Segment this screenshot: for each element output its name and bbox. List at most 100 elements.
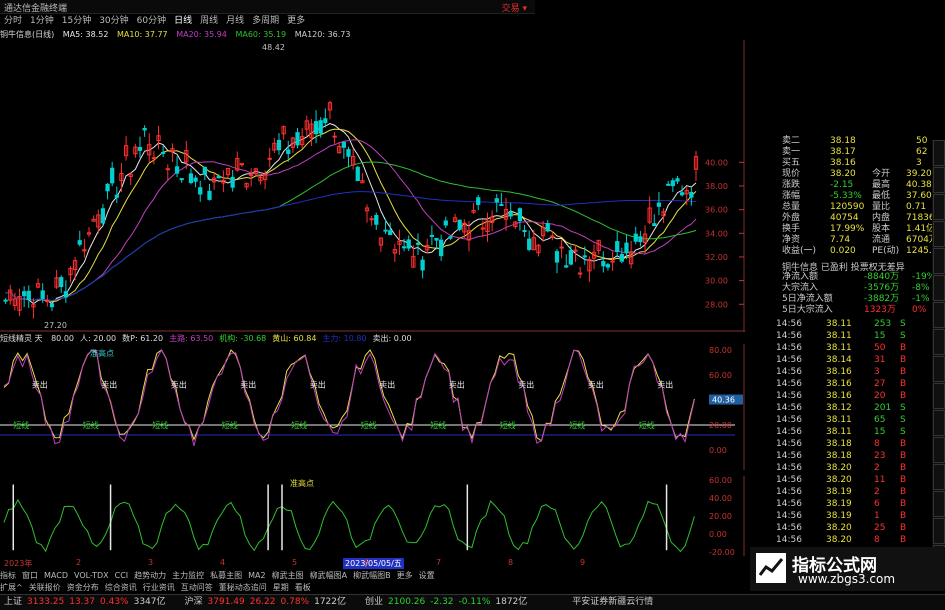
trade-price: 38.19 <box>826 499 852 509</box>
index-amount: 1872亿 <box>495 597 528 607</box>
indicator-tab-8[interactable]: MA2 <box>248 571 265 580</box>
indicator-tab-5[interactable]: 趋势动力 <box>134 571 166 580</box>
ma5-label: MA5: 38.52 <box>62 30 109 39</box>
trade-side: B <box>900 343 907 353</box>
side-tab[interactable] <box>933 410 945 436</box>
side-tab[interactable] <box>933 464 945 490</box>
indicator-tab-1[interactable]: 窗口 <box>22 571 38 580</box>
side-tab-strip[interactable] <box>932 140 945 580</box>
indicator2-axis-tick: 60.00 <box>709 476 732 485</box>
side-tab[interactable] <box>933 302 945 328</box>
extension-tab-2[interactable]: 资金分布 <box>67 583 99 592</box>
candle-body <box>230 176 235 188</box>
side-tab[interactable] <box>933 383 945 409</box>
quote-value: 38.20 <box>830 169 856 179</box>
indicator-tab-7[interactable]: 私募主图 <box>210 571 242 580</box>
side-tab[interactable] <box>933 194 945 220</box>
quote-value: 40754 <box>830 213 859 223</box>
quote-volume: 3 <box>916 158 922 168</box>
tick-trade-row: 14:56 38.11 15 S <box>776 426 934 438</box>
short-line-indicator-chart[interactable]: 卖出 卖出 卖出 卖出 卖出 卖出 卖出 卖出 卖出 卖出短线 短线 短线 短线 短线 短线 短线 短线 短线 短线… <box>0 344 745 470</box>
side-tab[interactable] <box>933 167 945 193</box>
side-tab[interactable] <box>933 437 945 463</box>
watermark-url: www.zbgs3.com <box>798 572 896 586</box>
trade-side: S <box>900 331 906 341</box>
trade-button[interactable]: 交易 ▾ <box>502 1 527 14</box>
side-tab[interactable] <box>933 221 945 247</box>
fund-flow-pct: -1% <box>912 294 930 304</box>
period-tab-7[interactable]: 月线 <box>226 16 244 26</box>
indicator-tab-3[interactable]: VOL-TDX <box>74 571 109 580</box>
trade-side: B <box>900 367 907 377</box>
candle-body <box>295 132 300 146</box>
candle-body <box>406 239 411 249</box>
candle-body <box>559 246 564 249</box>
indicator-tab-0[interactable]: 指标 <box>0 571 16 580</box>
side-tab[interactable] <box>933 140 945 166</box>
trade-time: 14:56 <box>776 523 802 533</box>
quote-panel: 卖二 38.18 50 卖一 38.17 62 买五 38.16 3 现价 38.20 今开 39.20… <box>746 0 938 560</box>
price-axis-tick: 30.00 <box>705 277 728 286</box>
side-tab[interactable] <box>933 356 945 382</box>
candle-body <box>638 236 643 243</box>
side-tab[interactable] <box>933 518 945 544</box>
period-tab-3[interactable]: 30分钟 <box>99 16 128 26</box>
period-tab-2[interactable]: 15分钟 <box>62 16 91 26</box>
candle-body <box>568 250 574 265</box>
quote-label: 现价 <box>782 169 801 179</box>
period-tab-5[interactable]: 日线 <box>174 16 192 26</box>
sell-signal-label: 卖出 <box>310 380 326 390</box>
trade-volume: 253 <box>874 319 892 329</box>
side-tab[interactable] <box>933 275 945 301</box>
indicator-tab-6[interactable]: 主力监控 <box>172 571 204 580</box>
period-tab-0[interactable]: 分时 <box>4 16 22 26</box>
trade-side: S <box>900 415 906 425</box>
quote-label: 净资 <box>782 235 801 245</box>
side-tab[interactable] <box>933 491 945 517</box>
candle-body <box>179 178 184 181</box>
extension-tab-6[interactable]: 董秘动态追问 <box>219 583 267 592</box>
indicator-tab-9[interactable]: 柳武主图 <box>272 571 304 580</box>
quote-label: 外盘 <box>782 213 801 223</box>
side-tab[interactable] <box>933 248 945 274</box>
quote-value: 38.18 <box>830 136 856 146</box>
indicator1-value: 机构: -30.68 <box>219 334 267 343</box>
candle-body <box>517 208 523 222</box>
candlestick-chart[interactable]: 40.00 38.00 36.00 34.00 32.00 30.00 28.00 48.4… <box>0 40 745 332</box>
extension-tab-7[interactable]: 星期 <box>273 583 289 592</box>
indicator-tab-2[interactable]: MACD <box>44 571 68 580</box>
indicator-tab-10[interactable]: 柳武幅图A <box>310 571 347 580</box>
period-tab-4[interactable]: 60分钟 <box>137 16 166 26</box>
trade-price: 38.20 <box>826 535 852 545</box>
candle-body <box>40 290 45 299</box>
extension-tab-1[interactable]: 关联报价 <box>29 583 61 592</box>
extension-tab-0[interactable]: 扩展^ <box>0 583 23 592</box>
fund-flow-label: 净流入额 <box>782 272 819 282</box>
period-tab-9[interactable]: 更多 <box>287 16 305 26</box>
indicator-tab-13[interactable]: 设置 <box>419 571 435 580</box>
candle-body <box>383 229 388 232</box>
candle-body <box>494 198 499 203</box>
indicator-tab-12[interactable]: 更多 <box>397 571 413 580</box>
period-tab-8[interactable]: 多周期 <box>252 16 279 26</box>
side-tab[interactable] <box>933 329 945 355</box>
trade-time: 14:56 <box>776 415 802 425</box>
oscillator-chart[interactable]: 准高点 60.00 40.00 20.00 0.00 -20.00 <box>0 476 745 556</box>
quote-label: 卖一 <box>782 147 801 157</box>
tick-trade-row: 14:56 38.18 8 B <box>776 438 934 450</box>
indicator-tab-4[interactable]: CCI <box>115 571 129 580</box>
extension-tab-5[interactable]: 互动问答 <box>181 583 213 592</box>
tick-trade-row: 14:56 38.16 20 B <box>776 390 934 402</box>
ma60-line <box>5 161 697 302</box>
extension-tab-4[interactable]: 行业资讯 <box>143 583 175 592</box>
main-chart-legend: 铜牛信息(日线) MA5: 38.52 MA10: 37.77 MA20: 35… <box>0 29 745 40</box>
extension-tab-3[interactable]: 综合资讯 <box>105 583 137 592</box>
period-tab-6[interactable]: 周线 <box>200 16 218 26</box>
candle-body <box>188 173 194 184</box>
ma10-label: MA10: 37.77 <box>116 30 168 39</box>
indicator-tab-11[interactable]: 柳武幅图B <box>353 571 391 580</box>
period-tab-1[interactable]: 1分钟 <box>30 16 54 26</box>
extension-tab-8[interactable]: 看板 <box>295 583 311 592</box>
trade-side: B <box>900 475 907 485</box>
stock-name: 铜牛信息(日线) <box>0 30 55 39</box>
